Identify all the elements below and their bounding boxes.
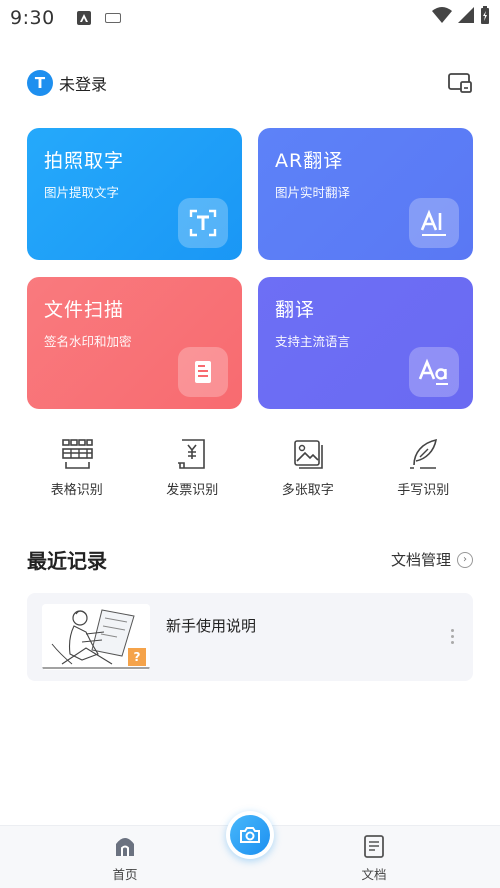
tool-label: 发票识别	[166, 483, 219, 498]
card-title: 拍照取字	[44, 150, 125, 172]
more-options-icon[interactable]	[451, 629, 455, 647]
chevron-right-icon: ›	[457, 551, 473, 568]
camera-button[interactable]	[226, 811, 274, 859]
table-icon	[61, 439, 93, 469]
nav-docs[interactable]: 文档	[344, 834, 404, 883]
tool-invoice-recognize[interactable]: 发票识别	[135, 437, 251, 498]
invoice-icon	[178, 439, 206, 469]
handwriting-icon	[410, 438, 438, 469]
tool-label: 表格识别	[50, 483, 103, 498]
battery-icon	[481, 6, 489, 24]
card-file-scan[interactable]: 文件扫描 签名水印和加密	[27, 277, 242, 409]
app-logo-icon: T	[27, 70, 53, 96]
wifi-icon	[432, 7, 452, 23]
card-title: AR翻译	[275, 150, 344, 172]
list-item[interactable]: ? 新手使用说明	[27, 593, 473, 681]
screen-cast-button[interactable]	[447, 71, 473, 95]
multi-image-icon	[293, 440, 323, 469]
tool-label: 手写识别	[397, 483, 450, 498]
nav-home[interactable]: 首页	[95, 834, 155, 883]
card-translate[interactable]: 翻译 支持主流语言	[258, 277, 473, 409]
card-title: 翻译	[275, 299, 316, 321]
app-notification-icon	[76, 11, 91, 25]
status-time: 9:30	[10, 7, 55, 29]
tool-multi-image[interactable]: 多张取字	[250, 437, 366, 498]
keyboard-icon	[104, 13, 121, 23]
tool-handwriting[interactable]: 手写识别	[366, 437, 482, 498]
signal-icon	[458, 7, 474, 23]
aa-translate-icon	[409, 347, 459, 397]
recent-section-title: 最近记录	[27, 549, 107, 573]
account-header[interactable]: T 未登录	[27, 70, 107, 96]
tool-table-recognize[interactable]: 表格识别	[19, 437, 135, 498]
status-bar: 9:30	[0, 0, 500, 36]
text-recognize-icon	[178, 198, 228, 248]
document-scan-icon	[178, 347, 228, 397]
nav-label: 首页	[112, 867, 138, 882]
card-photo-ocr[interactable]: 拍照取字 图片提取文字	[27, 128, 242, 260]
home-icon	[116, 838, 134, 856]
nav-label: 文档	[361, 867, 387, 882]
document-icon	[364, 835, 384, 858]
doc-manage-label: 文档管理	[390, 551, 451, 569]
tools-row: 表格识别 发票识别 多张取字 手写识别	[0, 437, 500, 498]
help-badge: ?	[128, 648, 146, 666]
doc-manage-link[interactable]: 文档管理 ›	[391, 549, 473, 570]
record-thumbnail: ?	[42, 604, 150, 670]
camera-icon	[230, 815, 270, 855]
tool-label: 多张取字	[281, 483, 334, 498]
card-title: 文件扫描	[44, 299, 125, 321]
ai-translate-icon	[409, 198, 459, 248]
card-ar-translate[interactable]: AR翻译 图片实时翻译	[258, 128, 473, 260]
login-status[interactable]: 未登录	[59, 71, 107, 95]
screen-cast-icon	[448, 73, 472, 93]
record-name: 新手使用说明	[166, 617, 257, 635]
